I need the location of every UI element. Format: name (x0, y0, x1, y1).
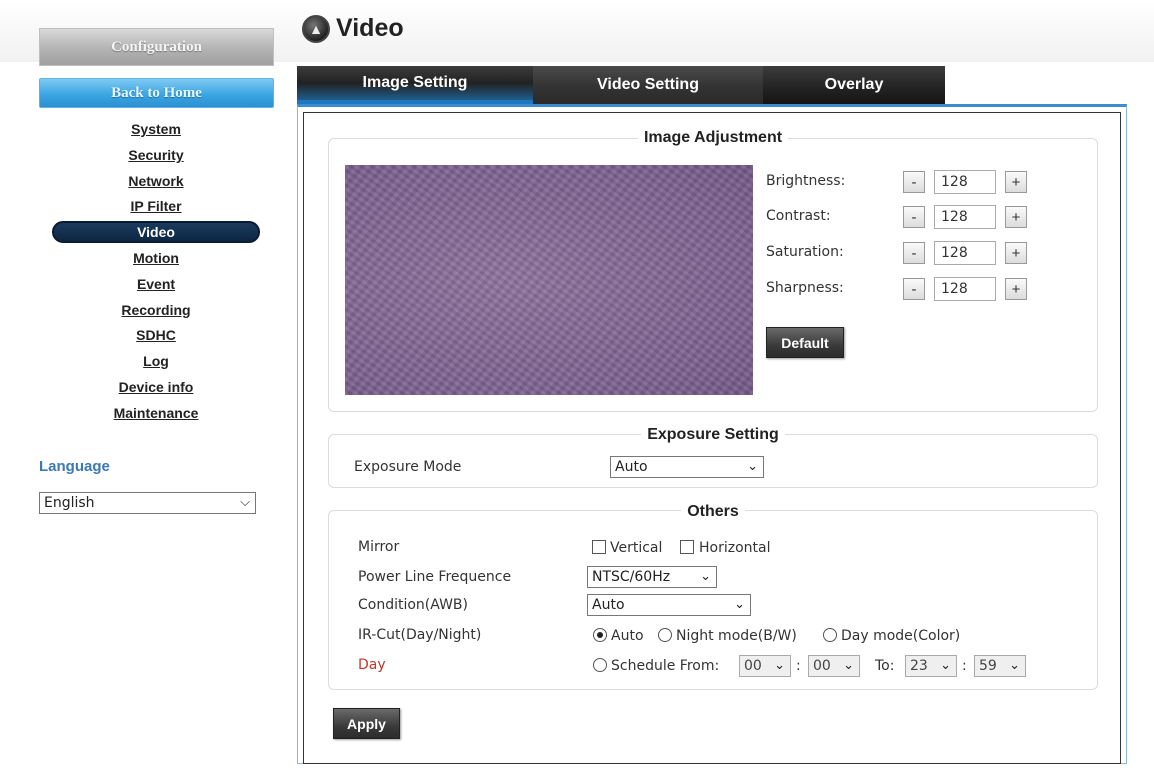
exposure-mode-value: Auto (615, 459, 648, 475)
saturation-decrease-button[interactable]: - (903, 242, 925, 264)
language-value: English (44, 495, 95, 511)
schedule-to-minute-value: 59 (979, 658, 997, 674)
chevron-down-icon: ⌄ (700, 569, 711, 584)
mirror-horizontal-label: Horizontal (699, 540, 771, 556)
day-label: Day (358, 657, 386, 673)
power-line-frequence-select[interactable]: NTSC/60Hz ⌄ (587, 566, 717, 588)
sidebar-item-video[interactable]: Video (0, 221, 312, 247)
mirror-vertical-label: Vertical (610, 540, 663, 556)
brightness-input[interactable]: 128 (934, 170, 996, 194)
saturation-label: Saturation: (766, 244, 844, 260)
power-line-frequence-value: NTSC/60Hz (592, 569, 671, 585)
page-header: ▲ Video (302, 14, 404, 43)
schedule-from-minute-select[interactable]: 00 ⌄ (808, 655, 860, 677)
chevron-down-icon: ⌄ (1009, 658, 1020, 673)
contrast-increase-button[interactable]: + (1005, 206, 1027, 228)
image-adjustment-title: Image Adjustment (328, 129, 1098, 147)
back-to-home-button[interactable]: Back to Home (39, 78, 274, 108)
sidebar-item-label: Video (137, 224, 175, 241)
sidebar-item-recording[interactable]: Recording (0, 299, 312, 325)
sidebar-item-log[interactable]: Log (0, 350, 312, 376)
ir-cut-auto-radio[interactable] (593, 628, 607, 642)
sharpness-input[interactable]: 128 (934, 277, 996, 301)
others-title: Others (328, 503, 1098, 521)
chevron-down-icon: ⌄ (940, 658, 951, 673)
sidebar-item-motion[interactable]: Motion (0, 247, 312, 273)
saturation-input[interactable]: 128 (934, 241, 996, 265)
camera-icon: ▲ (302, 14, 330, 43)
ir-cut-night-label: Night mode(B/W) (676, 628, 797, 644)
language-select[interactable]: English ⌵ (39, 492, 256, 514)
chevron-down-icon: ⌄ (734, 597, 745, 612)
contrast-input[interactable]: 128 (934, 205, 996, 229)
time-separator: : (796, 658, 801, 674)
sidebar-item-network[interactable]: Network (0, 170, 312, 196)
time-separator: : (962, 658, 967, 674)
tab-image-setting[interactable]: Image Setting (297, 66, 533, 104)
exposure-mode-label: Exposure Mode (354, 459, 462, 475)
ir-cut-night-radio[interactable] (658, 628, 672, 642)
sharpness-label: Sharpness: (766, 280, 844, 296)
schedule-to-hour-select[interactable]: 23 ⌄ (905, 655, 957, 677)
sidebar-item-maintenance[interactable]: Maintenance (0, 402, 312, 428)
condition-awb-label: Condition(AWB) (358, 597, 468, 613)
mirror-vertical-checkbox[interactable] (592, 540, 606, 554)
chevron-down-icon: ⌄ (774, 658, 785, 673)
sharpness-increase-button[interactable]: + (1005, 278, 1027, 300)
saturation-increase-button[interactable]: + (1005, 242, 1027, 264)
exposure-setting-title: Exposure Setting (328, 426, 1098, 444)
sidebar-item-device-info[interactable]: Device info (0, 376, 312, 402)
ir-cut-day-radio[interactable] (823, 628, 837, 642)
schedule-to-minute-select[interactable]: 59 ⌄ (974, 655, 1026, 677)
schedule-to-hour-value: 23 (910, 658, 928, 674)
ir-cut-label: IR-Cut(Day/Night) (358, 627, 482, 643)
default-button[interactable]: Default (766, 327, 844, 358)
sidebar-item-event[interactable]: Event (0, 273, 312, 299)
tab-video-setting[interactable]: Video Setting (533, 66, 763, 104)
tab-bar: Image Setting Video Setting Overlay (297, 66, 945, 104)
mirror-horizontal-checkbox[interactable] (680, 540, 694, 554)
chevron-down-icon: ⌵ (240, 495, 250, 510)
schedule-to-label: To: (875, 658, 895, 674)
schedule-from-label: Schedule From: (611, 658, 720, 674)
schedule-from-hour-value: 00 (744, 658, 762, 674)
sharpness-decrease-button[interactable]: - (903, 278, 925, 300)
condition-awb-value: Auto (592, 597, 625, 613)
tab-overlay[interactable]: Overlay (763, 66, 945, 104)
schedule-from-minute-value: 00 (813, 658, 831, 674)
sidebar-item-security[interactable]: Security (0, 144, 312, 170)
schedule-radio[interactable] (593, 658, 607, 672)
sidebar-nav: System Security Network IP Filter Video … (0, 118, 312, 428)
ir-cut-day-label: Day mode(Color) (841, 628, 961, 644)
brightness-label: Brightness: (766, 173, 846, 189)
chevron-down-icon: ⌄ (747, 459, 758, 474)
contrast-label: Contrast: (766, 208, 831, 224)
mirror-label: Mirror (358, 539, 400, 555)
contrast-decrease-button[interactable]: - (903, 206, 925, 228)
brightness-increase-button[interactable]: + (1005, 171, 1027, 193)
condition-awb-select[interactable]: Auto ⌄ (587, 594, 751, 616)
video-preview (345, 165, 753, 395)
sidebar-item-ip-filter[interactable]: IP Filter (0, 195, 312, 221)
power-line-frequence-label: Power Line Frequence (358, 569, 512, 585)
chevron-down-icon: ⌄ (843, 658, 854, 673)
language-label: Language (39, 458, 110, 475)
sidebar-item-sdhc[interactable]: SDHC (0, 324, 312, 350)
brightness-decrease-button[interactable]: - (903, 171, 925, 193)
exposure-mode-select[interactable]: Auto ⌄ (610, 456, 764, 478)
schedule-from-hour-select[interactable]: 00 ⌄ (739, 655, 791, 677)
sidebar-item-system[interactable]: System (0, 118, 312, 144)
configuration-button[interactable]: Configuration (39, 28, 274, 66)
apply-button[interactable]: Apply (333, 708, 400, 739)
sidebar: Configuration Back to Home System Securi… (0, 0, 290, 771)
ir-cut-auto-label: Auto (611, 628, 644, 644)
page-title: Video (336, 14, 404, 42)
